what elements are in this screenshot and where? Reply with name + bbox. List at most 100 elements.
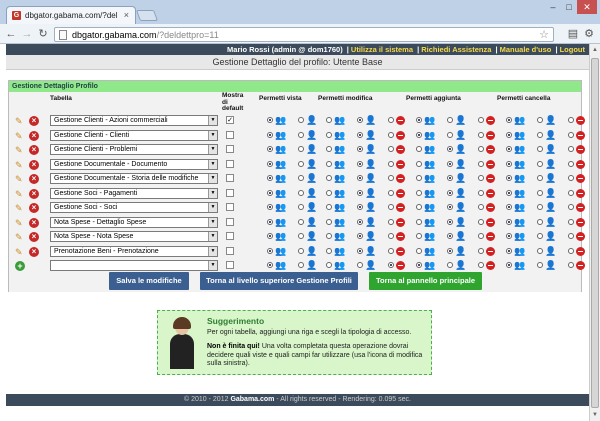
permission-radio[interactable] [416,204,422,210]
table-select[interactable]: Gestione Clienti - Azioni commerciali ▼ [50,115,218,126]
edit-icon[interactable]: ✎ [15,203,25,213]
permission-radio[interactable] [478,218,484,225]
permission-radio[interactable] [568,160,574,167]
permission-radio[interactable] [506,204,512,210]
permission-radio[interactable] [568,146,574,152]
permission-radio[interactable] [388,131,394,138]
scroll-down-icon[interactable]: ▼ [592,412,598,418]
edit-icon[interactable]: ✎ [15,189,25,199]
permission-radio[interactable] [326,218,332,225]
permission-radio[interactable] [537,218,543,225]
permission-radio[interactable] [537,189,543,196]
permission-radio[interactable] [326,146,332,152]
permission-radio[interactable] [298,131,304,138]
permission-radio[interactable] [506,175,512,181]
permission-radio[interactable] [326,175,332,181]
permission-radio[interactable] [568,262,574,268]
table-select[interactable]: Gestione Documentale - Storia delle modi… [50,173,218,184]
default-checkbox[interactable] [226,261,234,269]
back-icon[interactable]: ← [4,27,18,41]
permission-radio[interactable] [388,189,394,196]
permission-radio[interactable] [388,247,394,254]
vertical-scrollbar[interactable]: ▲ ▼ [589,44,600,421]
delete-icon[interactable]: × [29,188,39,199]
permission-radio[interactable] [416,131,422,138]
permission-radio[interactable] [298,117,304,123]
permission-radio[interactable] [416,247,422,254]
table-select[interactable]: ▼ [50,260,218,271]
close-window-button[interactable]: ✕ [577,0,597,14]
permission-radio[interactable] [537,117,543,123]
permission-radio[interactable] [357,160,363,167]
permission-radio[interactable] [298,189,304,196]
permission-radio[interactable] [416,189,422,196]
delete-icon[interactable]: × [29,174,39,184]
reload-icon[interactable]: ↻ [36,27,50,41]
delete-icon[interactable]: × [29,246,39,257]
permission-radio[interactable] [568,233,574,239]
permission-radio[interactable] [357,131,363,138]
permission-radio[interactable] [388,262,394,268]
permission-radio[interactable] [298,247,304,254]
permission-radio[interactable] [388,146,394,152]
table-select[interactable]: Nota Spese - Nota Spese ▼ [50,231,218,242]
permission-radio[interactable] [506,189,512,196]
permission-radio[interactable] [326,247,332,254]
permission-radio[interactable] [478,247,484,254]
link-manuale[interactable]: Manuale d'uso [500,45,552,54]
edit-icon[interactable]: ✎ [15,174,25,184]
permission-radio[interactable] [568,189,574,196]
address-bar[interactable]: dbgator.gabama.com/?deldettpro=11 ☆ [54,27,554,42]
permission-radio[interactable] [568,247,574,254]
permission-radio[interactable] [447,233,453,239]
permission-radio[interactable] [326,233,332,239]
permission-radio[interactable] [416,160,422,167]
default-checkbox[interactable] [226,188,234,197]
permission-radio[interactable] [447,175,453,181]
permission-radio[interactable] [267,233,273,239]
permission-radio[interactable] [447,204,453,210]
table-select[interactable]: Prenotazione Beni - Prenotazione ▼ [50,245,218,257]
permission-radio[interactable] [506,247,512,254]
link-logout[interactable]: Logout [560,45,585,54]
table-select[interactable]: Gestione Clienti - Problemi ▼ [50,144,218,155]
main-panel-button[interactable]: Torna al pannello principale [369,272,482,290]
permission-radio[interactable] [326,262,332,268]
permission-radio[interactable] [478,175,484,181]
permission-radio[interactable] [447,131,453,138]
delete-icon[interactable]: × [29,145,39,155]
permission-radio[interactable] [506,131,512,138]
default-checkbox[interactable] [226,174,234,182]
permission-radio[interactable] [506,233,512,239]
minimize-button[interactable]: – [545,0,561,14]
default-checkbox[interactable] [226,203,234,211]
permission-radio[interactable] [478,117,484,123]
permission-radio[interactable] [298,262,304,268]
permission-radio[interactable] [388,175,394,181]
permission-radio[interactable] [506,160,512,167]
permission-radio[interactable] [447,160,453,167]
delete-icon[interactable]: × [29,232,39,242]
permission-radio[interactable] [478,233,484,239]
edit-icon[interactable]: ✎ [15,116,25,126]
wrench-icon[interactable]: ⚙ [582,27,596,41]
permission-radio[interactable] [388,233,394,239]
page-menu-icon[interactable]: ▤ [566,27,580,41]
save-button[interactable]: Salva le modifiche [109,272,189,290]
back-to-profiles-button[interactable]: Torna al livello superiore Gestione Prof… [200,272,358,290]
delete-icon[interactable]: × [29,159,39,170]
permission-radio[interactable] [298,175,304,181]
table-select[interactable]: Gestione Documentale - Documento ▼ [50,158,218,170]
bookmark-star-icon[interactable]: ☆ [539,28,549,41]
permission-radio[interactable] [478,189,484,196]
permission-radio[interactable] [326,160,332,167]
permission-radio[interactable] [267,131,273,138]
default-checkbox[interactable] [226,159,234,168]
edit-icon[interactable]: ✎ [15,247,25,257]
permission-radio[interactable] [537,146,543,152]
permission-radio[interactable] [267,175,273,181]
edit-icon[interactable]: ✎ [15,131,25,141]
permission-radio[interactable] [267,204,273,210]
permission-radio[interactable] [416,218,422,225]
permission-radio[interactable] [357,146,363,152]
